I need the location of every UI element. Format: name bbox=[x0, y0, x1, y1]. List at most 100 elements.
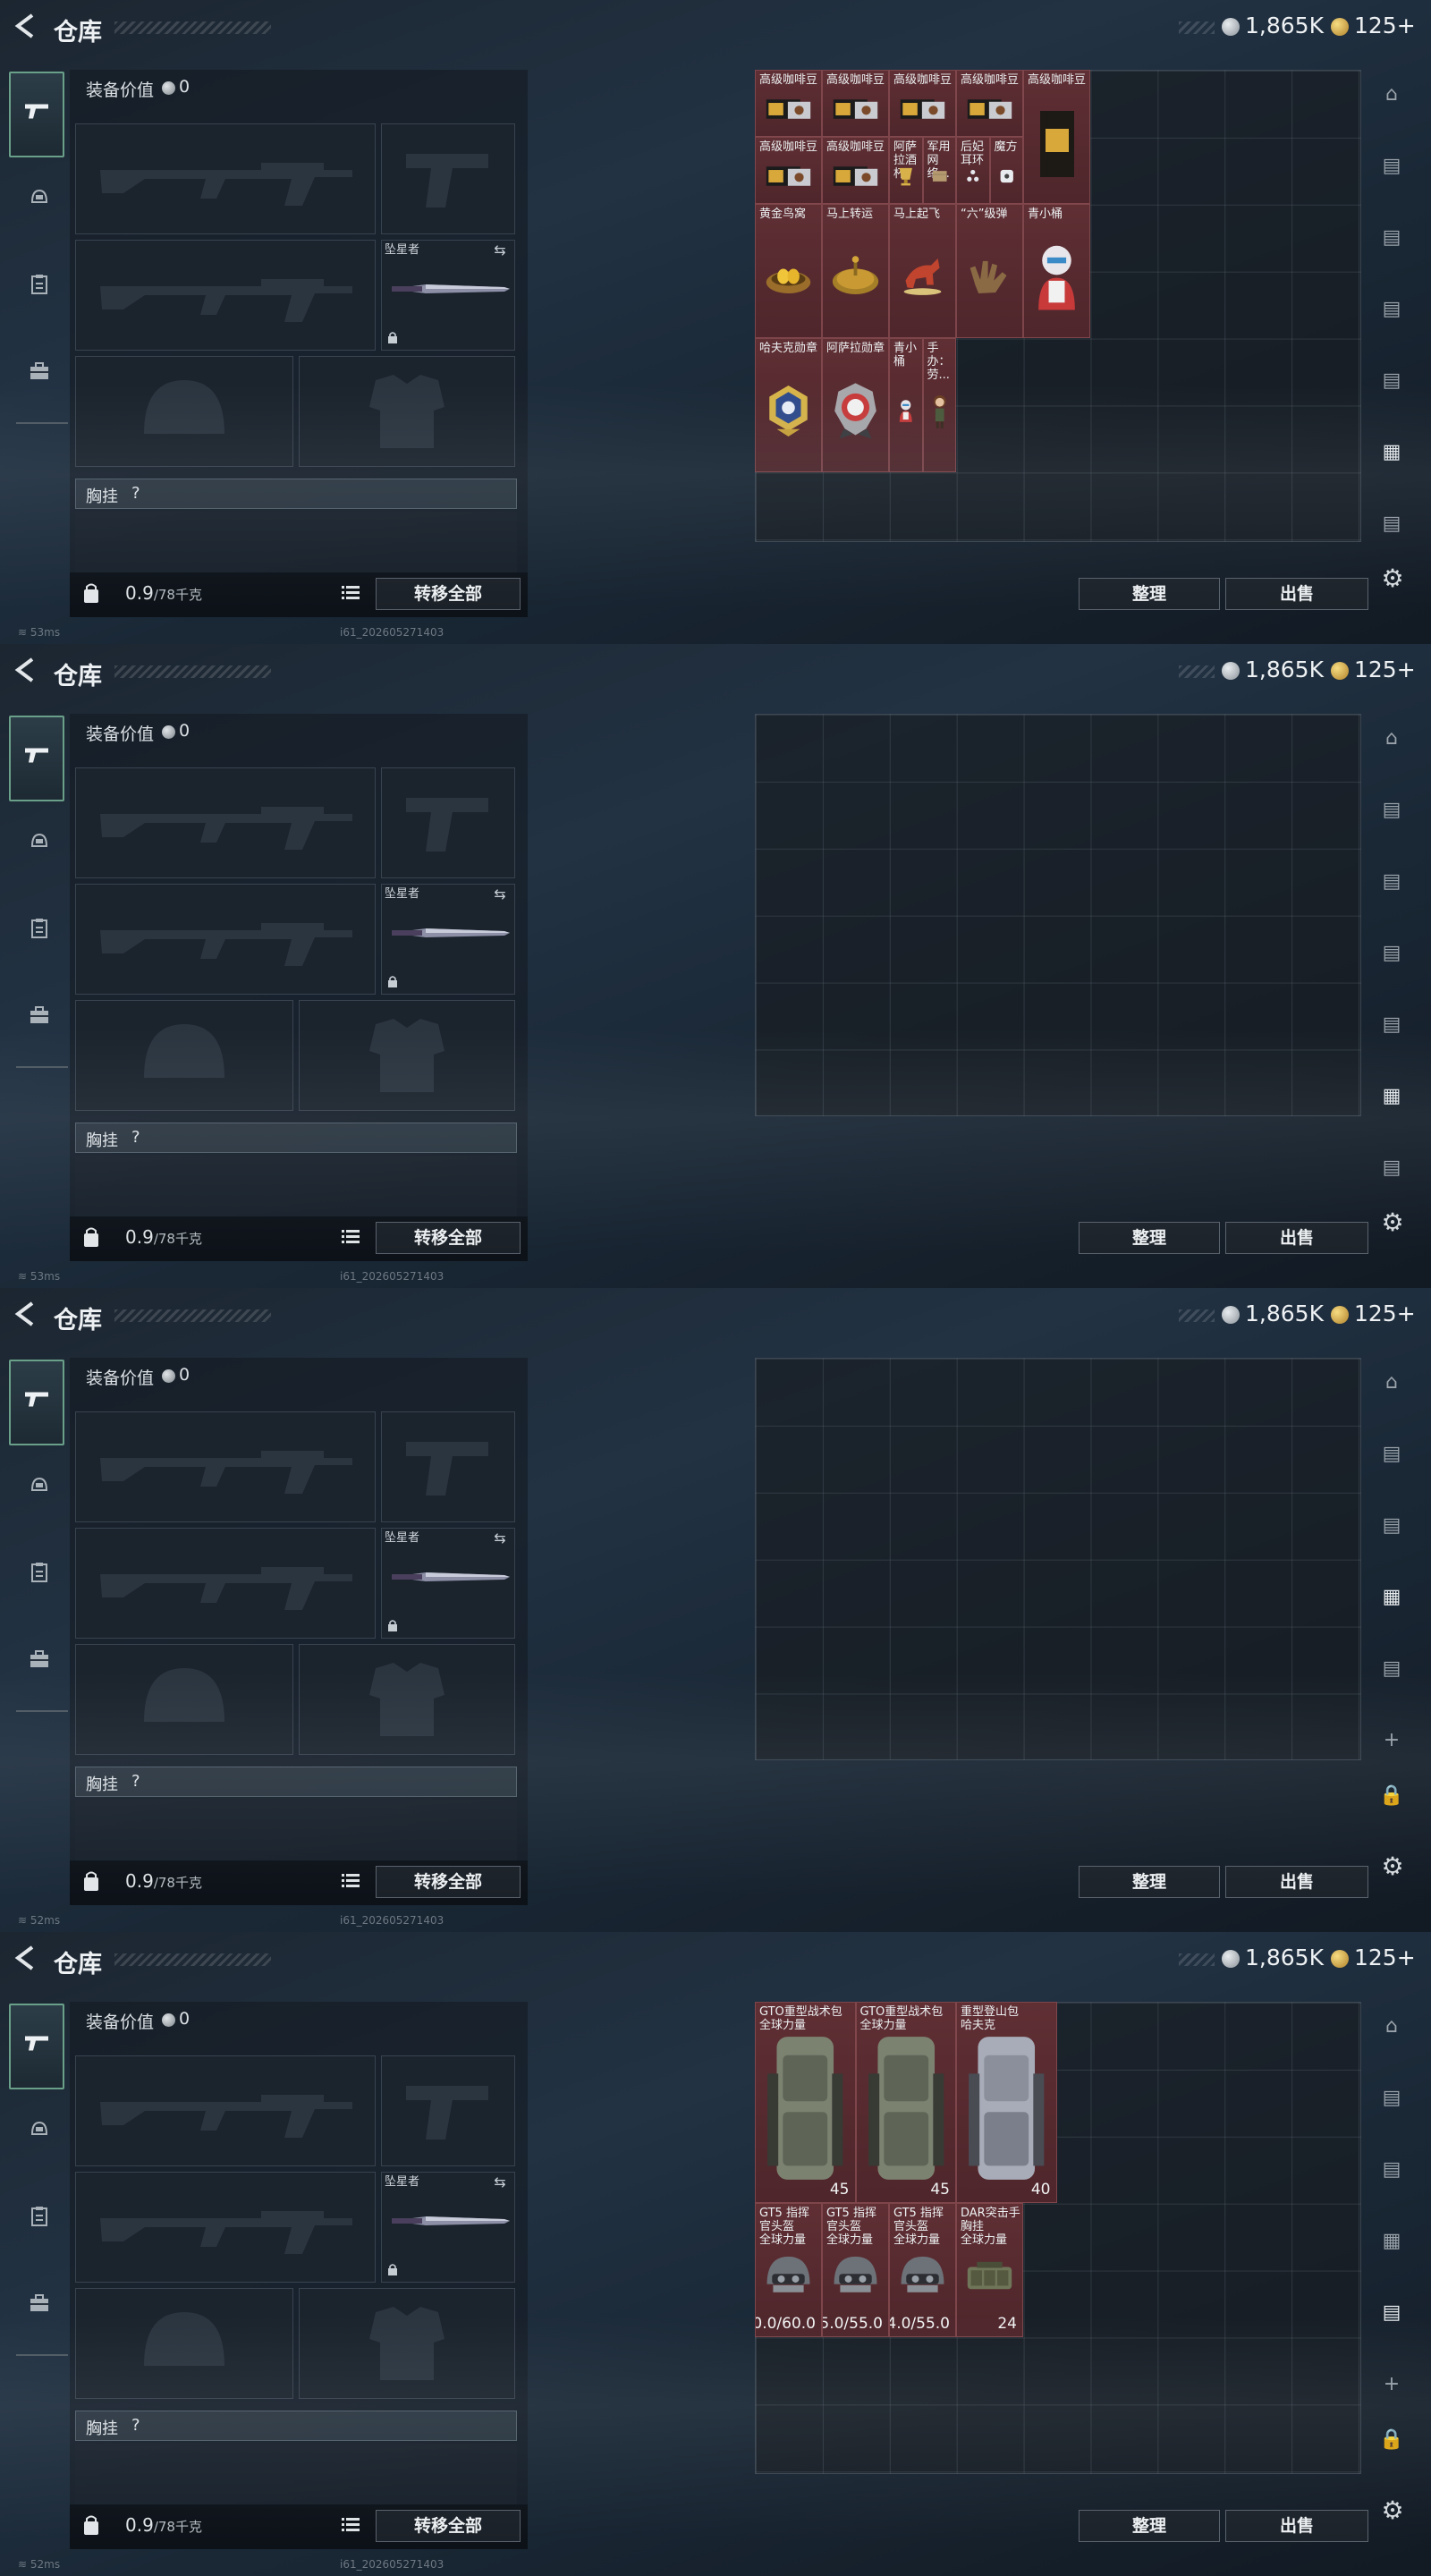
clipboard-icon[interactable] bbox=[27, 1562, 52, 1587]
tab-storage-5[interactable]: ▤ bbox=[1372, 361, 1411, 401]
briefcase-icon[interactable] bbox=[27, 361, 52, 386]
storage-item[interactable]: 阿萨拉勋章 bbox=[822, 338, 889, 472]
pistol-slot[interactable] bbox=[381, 767, 515, 878]
tab-storage-2[interactable]: ▤ bbox=[1372, 1435, 1411, 1474]
clipboard-icon[interactable] bbox=[27, 2206, 52, 2231]
storage-item[interactable]: 高级咖啡豆 bbox=[822, 137, 889, 204]
tab-storage-6[interactable]: ▦ bbox=[1372, 1077, 1411, 1116]
storage-item[interactable]: GT5 指挥官头盔 全球力量60.0/60.0 bbox=[755, 2203, 822, 2337]
storage-item[interactable]: GTO重型战术包 全球力量 45 bbox=[755, 2002, 856, 2203]
tab-storage-5[interactable]: ▤ bbox=[1372, 1005, 1411, 1045]
help-icon[interactable]: ? bbox=[131, 484, 140, 503]
secondary-weapon-slot[interactable] bbox=[75, 1528, 376, 1639]
swap-icon[interactable]: ⇆ bbox=[490, 242, 510, 259]
storage-item[interactable]: 手办：劳... bbox=[922, 338, 956, 472]
helmet-slot[interactable] bbox=[75, 1000, 293, 1111]
sell-button[interactable]: 出售 bbox=[1225, 1222, 1368, 1254]
tab-weapons[interactable] bbox=[9, 2004, 64, 2089]
chest-rig-slot[interactable] bbox=[75, 479, 517, 509]
pistol-slot[interactable] bbox=[381, 123, 515, 234]
tab-storage-1[interactable]: ⌂ bbox=[1372, 719, 1411, 758]
primary-weapon-slot[interactable] bbox=[75, 1411, 376, 1522]
lock-tab[interactable]: 🔒 bbox=[1372, 1776, 1411, 1816]
clipboard-icon[interactable] bbox=[27, 918, 52, 943]
storage-item[interactable]: GT5 指挥官头盔 全球力量55.0/55.0 bbox=[822, 2203, 889, 2337]
list-icon[interactable] bbox=[342, 1873, 360, 1891]
tab-storage-4[interactable]: ▦ bbox=[1372, 2222, 1411, 2261]
chest-rig-slot[interactable] bbox=[75, 1123, 517, 1153]
primary-weapon-slot[interactable] bbox=[75, 2055, 376, 2166]
storage-item[interactable]: 青小桶 bbox=[1023, 204, 1090, 338]
swap-icon[interactable]: ⇆ bbox=[490, 1530, 510, 1547]
clipboard-icon[interactable] bbox=[27, 274, 52, 299]
settings-gear-icon[interactable]: ⚙ bbox=[1379, 1209, 1406, 1236]
settings-gear-icon[interactable]: ⚙ bbox=[1379, 2497, 1406, 2524]
pistol-slot[interactable] bbox=[381, 1411, 515, 1522]
back-button[interactable] bbox=[13, 13, 43, 43]
transfer-all-button[interactable]: 转移全部 bbox=[376, 1222, 521, 1254]
storage-item[interactable]: 高级咖啡豆 bbox=[889, 70, 956, 137]
storage-item[interactable]: 阿萨拉酒杯 bbox=[889, 137, 923, 204]
tidy-button[interactable]: 整理 bbox=[1079, 578, 1220, 610]
storage-item[interactable]: 高级咖啡豆 bbox=[1023, 70, 1090, 204]
tab-storage-1[interactable]: ⌂ bbox=[1372, 75, 1411, 114]
tab-storage-5[interactable]: ▤ bbox=[1372, 2293, 1411, 2333]
add-tab-button[interactable]: + bbox=[1372, 2365, 1411, 2404]
gold-currency[interactable]: 125+ bbox=[1354, 657, 1416, 682]
storage-grid[interactable] bbox=[755, 714, 1361, 1116]
storage-item[interactable]: 后妃耳环 bbox=[956, 137, 990, 204]
lock-tab[interactable]: 🔒 bbox=[1372, 2420, 1411, 2460]
back-button[interactable] bbox=[13, 1945, 43, 1975]
gold-currency[interactable]: 125+ bbox=[1354, 13, 1416, 38]
storage-grid[interactable] bbox=[755, 1358, 1361, 1760]
tidy-button[interactable]: 整理 bbox=[1079, 1222, 1220, 1254]
list-icon[interactable] bbox=[342, 585, 360, 603]
sell-button[interactable]: 出售 bbox=[1225, 2510, 1368, 2542]
help-icon[interactable]: ? bbox=[131, 1772, 140, 1791]
help-icon[interactable]: ? bbox=[131, 2416, 140, 2435]
gold-currency[interactable]: 125+ bbox=[1354, 1301, 1416, 1326]
tab-weapons[interactable] bbox=[9, 716, 64, 801]
briefcase-icon[interactable] bbox=[27, 2293, 52, 2318]
storage-item[interactable]: 哈夫克勋章 bbox=[755, 338, 822, 472]
armor-slot[interactable] bbox=[299, 1644, 515, 1755]
tab-storage-3[interactable]: ▤ bbox=[1372, 862, 1411, 902]
helmet-slot[interactable] bbox=[75, 1644, 293, 1755]
secondary-weapon-slot[interactable] bbox=[75, 240, 376, 351]
storage-item[interactable]: 重型登山包 哈夫克 40 bbox=[956, 2002, 1057, 2203]
sell-button[interactable]: 出售 bbox=[1225, 1866, 1368, 1898]
helmet-icon[interactable] bbox=[27, 830, 52, 855]
tab-weapons[interactable] bbox=[9, 1360, 64, 1445]
list-icon[interactable] bbox=[342, 1229, 360, 1247]
storage-item[interactable]: GTO重型战术包 全球力量 45 bbox=[855, 2002, 956, 2203]
helmet-slot[interactable] bbox=[75, 2288, 293, 2399]
list-icon[interactable] bbox=[342, 2517, 360, 2535]
helmet-icon[interactable] bbox=[27, 1474, 52, 1499]
tab-storage-2[interactable]: ▤ bbox=[1372, 2079, 1411, 2118]
transfer-all-button[interactable]: 转移全部 bbox=[376, 578, 521, 610]
helmet-icon[interactable] bbox=[27, 2118, 52, 2143]
tab-storage-4[interactable]: ▦ bbox=[1372, 1578, 1411, 1617]
help-icon[interactable]: ? bbox=[131, 1128, 140, 1147]
tab-storage-7[interactable]: ▤ bbox=[1372, 504, 1411, 544]
swap-icon[interactable]: ⇆ bbox=[490, 886, 510, 903]
tab-storage-6[interactable]: ▦ bbox=[1372, 433, 1411, 472]
tab-storage-1[interactable]: ⌂ bbox=[1372, 1363, 1411, 1402]
swap-icon[interactable]: ⇆ bbox=[490, 2174, 510, 2191]
storage-item[interactable]: 高级咖啡豆 bbox=[822, 70, 889, 137]
storage-item[interactable]: 军用网络... bbox=[922, 137, 956, 204]
pistol-slot[interactable] bbox=[381, 2055, 515, 2166]
helmet-icon[interactable] bbox=[27, 186, 52, 211]
tidy-button[interactable]: 整理 bbox=[1079, 2510, 1220, 2542]
tab-storage-2[interactable]: ▤ bbox=[1372, 147, 1411, 186]
tab-storage-3[interactable]: ▤ bbox=[1372, 1506, 1411, 1546]
secondary-weapon-slot[interactable] bbox=[75, 884, 376, 995]
armor-slot[interactable] bbox=[299, 356, 515, 467]
armor-slot[interactable] bbox=[299, 1000, 515, 1111]
tab-storage-3[interactable]: ▤ bbox=[1372, 2150, 1411, 2190]
tab-storage-7[interactable]: ▤ bbox=[1372, 1148, 1411, 1188]
back-button[interactable] bbox=[13, 657, 43, 687]
chest-rig-slot[interactable] bbox=[75, 1767, 517, 1797]
tab-storage-4[interactable]: ▤ bbox=[1372, 290, 1411, 329]
back-button[interactable] bbox=[13, 1301, 43, 1331]
